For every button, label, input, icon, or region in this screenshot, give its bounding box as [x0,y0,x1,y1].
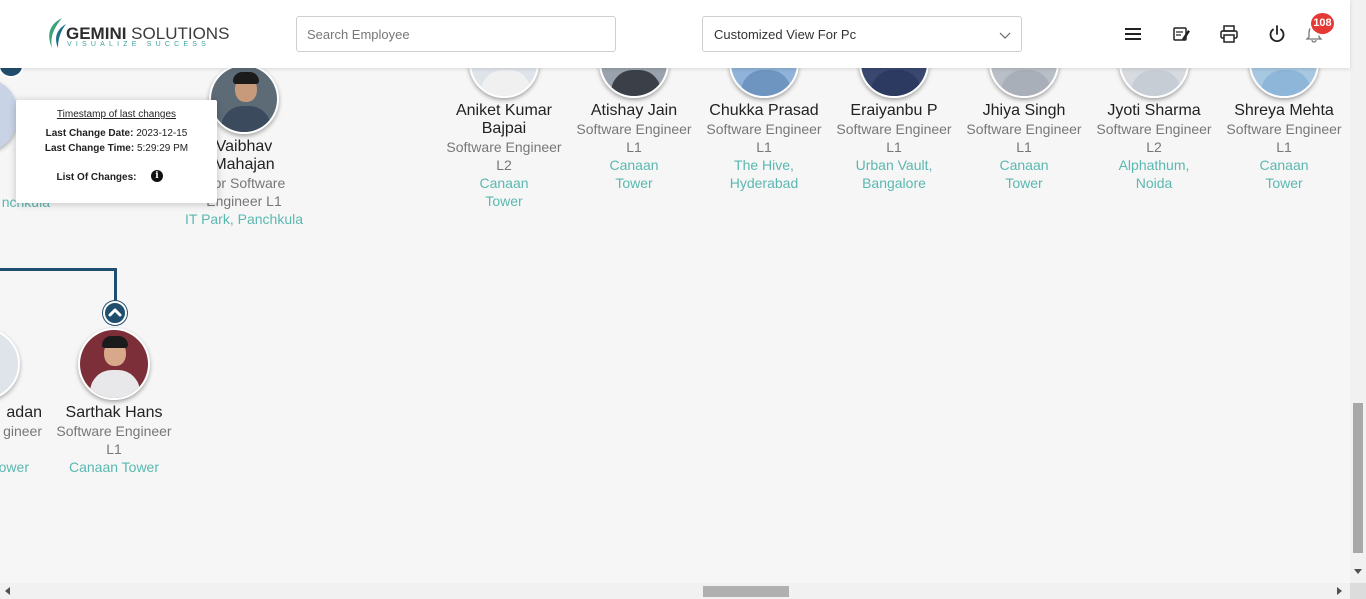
date-label: Last Change Date: [45,128,134,139]
logo-tagline: VISUALIZE SUCCESS [67,41,210,48]
chevron-up-icon [108,308,122,317]
employee-designation: Software Engineer L1 [576,121,692,155]
time-label: Last Change Time: [44,143,135,154]
employee-location: Alphathum, Noida [1118,157,1190,191]
tree-connector [114,268,117,304]
power-icon[interactable] [1267,24,1287,44]
edit-note-icon[interactable] [1171,24,1191,44]
employee-location: Canaan Tower [68,459,160,475]
employee-name: Shreya Mehta [1234,102,1334,119]
horizontal-scrollbar[interactable] [0,583,1350,599]
employee-location: IT Park, Panchkula [184,211,304,227]
employee-name: Jyoti Sharma [1107,102,1201,119]
employee-designation: L1 [106,441,122,457]
view-select-dropdown[interactable]: Customized View For Pc [702,16,1022,52]
last-change-tooltip: Timestamp of last changes Last Change Da… [16,100,217,203]
employee-designation: gineer [3,423,42,439]
employee-avatar [209,64,279,134]
print-icon[interactable] [1219,24,1239,44]
employee-name: Sarthak Hans [65,404,163,421]
notification-badge[interactable]: 108 [1311,13,1334,34]
employee-designation: Software Engineer L1 [706,121,822,155]
menu-icon[interactable] [1123,24,1143,44]
chevron-down-icon [999,32,1011,39]
employee-designation: Software Engineer L1 [1226,121,1342,155]
employee-name: Chukka Prasad [709,102,819,119]
tooltip-title: Timestamp of last changes [56,109,177,120]
vertical-scrollbar[interactable] [1350,0,1366,583]
list-of-changes: List Of Changes: [0,172,197,183]
partial-avatar [0,328,20,400]
scroll-down-arrow-icon[interactable] [1354,569,1362,574]
scrollbar-corner [1350,583,1366,599]
employee-designation: Software Engineer [56,423,172,439]
last-change-date: Last Change Date: 2023-12-15 [16,128,217,139]
employee-location: ower [0,459,29,475]
employee-location: Canaan Tower [609,157,659,191]
search-employee-input[interactable] [296,16,616,52]
scroll-left-arrow-icon[interactable] [5,587,10,595]
org-chart-canvas[interactable]: Aniket Kumar Bajpai Software Engineer L2 C… [0,0,1350,583]
info-icon[interactable]: i [151,170,163,182]
app-header: GEMINI SOLUTIONS VISUALIZE SUCCESS Custo… [0,0,1350,68]
employee-location: The Hive, Hyderabad [729,157,799,191]
time-value: 5:29:29 PM [136,143,189,154]
leaf-logo-icon [49,18,66,48]
employee-location: Urban Vault, Bangalore [855,157,933,191]
employee-designation: Software Engineer L1 [966,121,1082,155]
employee-name: Aniket Kumar Bajpai [455,102,553,137]
employee-location: Canaan Tower [999,157,1049,191]
company-logo[interactable]: GEMINI SOLUTIONS VISUALIZE SUCCESS [46,18,229,50]
employee-card-sarthak[interactable]: Sarthak Hans Software Engineer L1 Canaan… [49,328,179,476]
tree-connector [0,268,117,271]
scroll-right-arrow-icon[interactable] [1337,587,1342,595]
employee-location: Canaan Tower [1259,157,1309,191]
employee-designation: Software Engineer L2 [446,139,562,173]
employee-designation: Software Engineer L2 [1096,121,1212,155]
partial-employee-card[interactable]: adan gineer ower [0,404,42,476]
view-select-value: Customized View For Pc [714,27,857,42]
vertical-scroll-thumb[interactable] [1353,403,1363,553]
employee-avatar [78,328,150,400]
horizontal-scroll-thumb[interactable] [703,586,789,597]
last-change-time: Last Change Time: 5:29:29 PM [16,143,217,154]
employee-name: Jhiya Singh [982,102,1066,119]
employee-name: adan [6,404,42,421]
employee-name: Atishay Jain [590,102,678,119]
employee-name: Eraiyanbu P [850,102,938,119]
employee-designation: Software Engineer L1 [836,121,952,155]
changes-label: List Of Changes: [56,172,137,183]
employee-location: Canaan Tower [479,175,529,209]
date-value: 2023-12-15 [136,128,188,139]
collapse-node-button[interactable] [103,301,127,325]
